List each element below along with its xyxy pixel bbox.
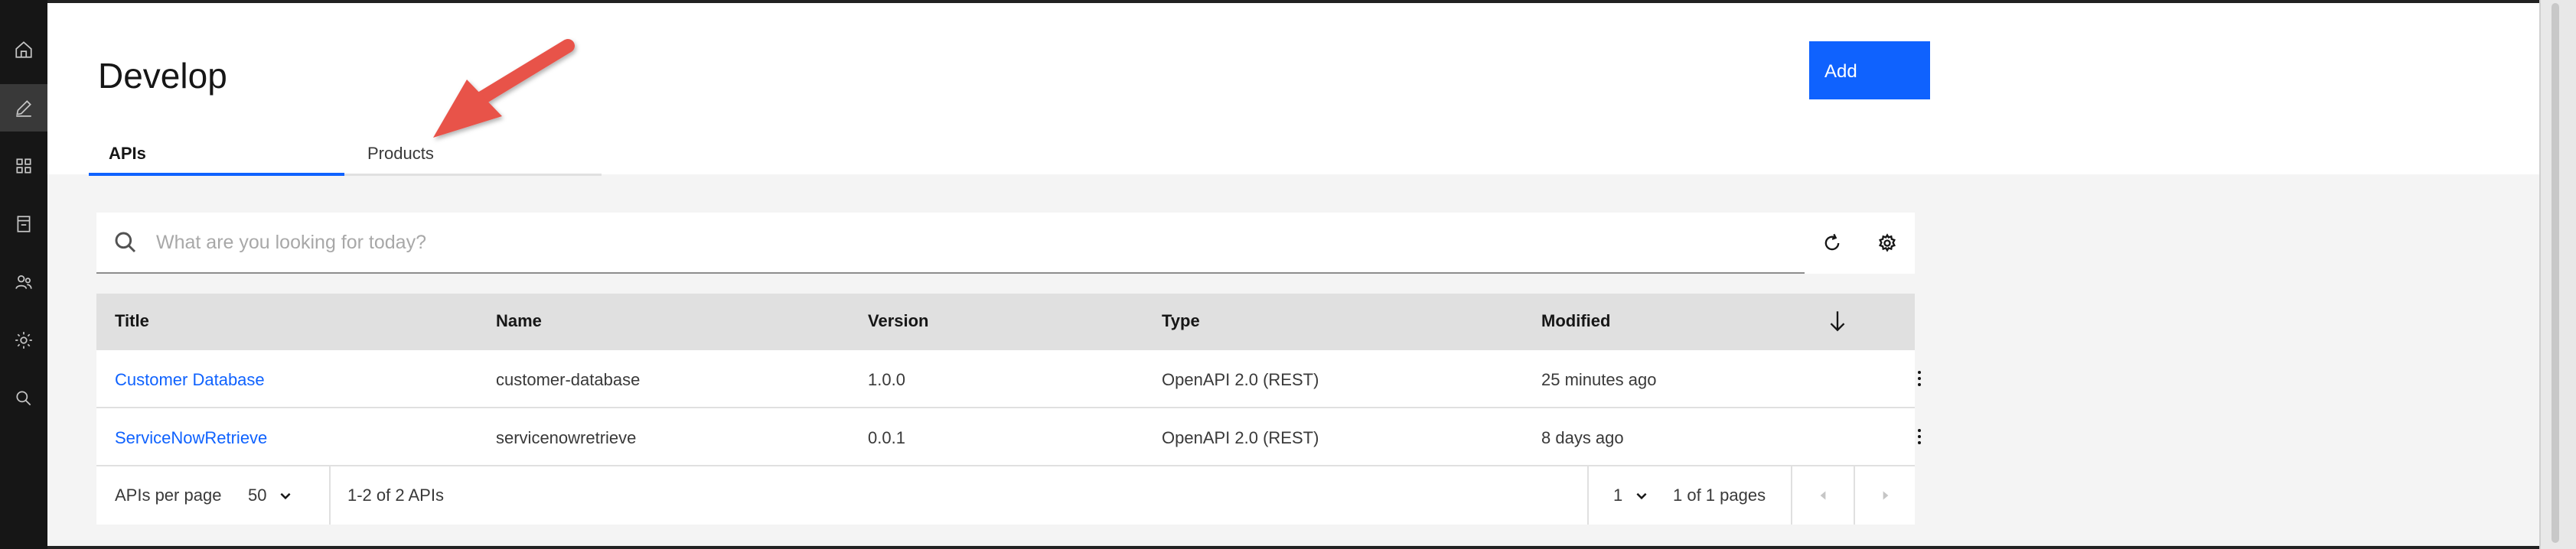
search-icon (16, 391, 31, 406)
manage-nav-button[interactable] (0, 142, 47, 190)
api-modified: 8 days ago (1541, 428, 1624, 447)
column-header-version[interactable]: Version (868, 311, 928, 331)
page-title: Develop (98, 56, 227, 96)
table-settings-button[interactable] (1860, 213, 1915, 274)
api-title-link[interactable]: ServiceNowRetrieve (115, 428, 267, 448)
search-input[interactable] (156, 231, 1687, 254)
api-title-link[interactable]: Customer Database (115, 370, 265, 390)
members-nav-button[interactable] (0, 258, 47, 306)
apps-grid-icon (16, 158, 31, 174)
api-version: 0.0.1 (868, 428, 905, 447)
side-nav (0, 0, 47, 549)
add-button[interactable]: Add (1809, 41, 1930, 99)
divider (329, 466, 331, 525)
items-per-page-value: 50 (248, 486, 267, 505)
api-name: servicenowretrieve (496, 428, 637, 447)
chevron-down-icon (280, 492, 291, 500)
item-range-text: 1-2 of 2 APIs (347, 486, 444, 505)
table-row: ServiceNowRetrieve servicenowretrieve 0.… (96, 408, 1921, 466)
page-select[interactable]: 1 (1613, 486, 1648, 505)
refresh-button[interactable] (1805, 213, 1860, 274)
settings-icon (15, 332, 32, 349)
overflow-menu-icon[interactable] (1916, 427, 1922, 447)
column-header-title[interactable]: Title (115, 311, 149, 331)
search-bar (96, 213, 1915, 274)
develop-nav-button[interactable] (0, 84, 47, 132)
chevron-down-icon (1636, 492, 1647, 500)
page-header: Develop Add APIs Products (47, 3, 2539, 176)
api-type: OpenAPI 2.0 (REST) (1162, 428, 1319, 447)
caret-left-icon (1820, 491, 1826, 500)
search-nav-button[interactable] (0, 375, 47, 422)
items-per-page-select[interactable]: 50 (248, 486, 292, 505)
page-count-text: 1 of 1 pages (1673, 486, 1766, 505)
table-header: Title Name Version Type Modified (96, 294, 1915, 350)
caret-right-icon (1883, 491, 1889, 500)
overflow-menu-icon[interactable] (1916, 369, 1922, 388)
settings-icon (1879, 233, 1896, 252)
divider (1587, 466, 1589, 525)
catalog-nav-button[interactable] (0, 200, 47, 248)
pagination: APIs per page 50 1-2 of 2 APIs 1 1 of 1 … (96, 466, 1915, 525)
column-header-type[interactable]: Type (1162, 311, 1200, 331)
vertical-scrollbar[interactable] (2539, 0, 2576, 549)
tab-apis[interactable]: APIs (89, 132, 344, 176)
home-nav-button[interactable] (0, 26, 47, 73)
members-icon (15, 275, 32, 289)
home-icon (15, 41, 32, 58)
tab-products[interactable]: Products (344, 132, 602, 176)
items-per-page-label: APIs per page (115, 486, 222, 505)
column-header-name[interactable]: Name (496, 311, 542, 331)
refresh-icon (1824, 233, 1840, 251)
main-content: Develop Add APIs Products Title Name Ver… (47, 3, 2539, 546)
search-icon (115, 232, 136, 253)
previous-page-button[interactable] (1792, 466, 1854, 525)
api-version: 1.0.0 (868, 370, 905, 389)
api-modified: 25 minutes ago (1541, 370, 1657, 389)
settings-nav-button[interactable] (0, 317, 47, 364)
api-name: customer-database (496, 370, 641, 389)
api-type: OpenAPI 2.0 (REST) (1162, 370, 1319, 389)
catalog-icon (17, 216, 31, 232)
page-number-value: 1 (1613, 486, 1623, 505)
table-row: Customer Database customer-database 1.0.… (96, 350, 1921, 408)
column-header-modified[interactable]: Modified (1541, 311, 1610, 331)
sort-descending-icon[interactable] (1828, 309, 1847, 333)
next-page-button[interactable] (1855, 466, 1916, 525)
search-field[interactable] (96, 213, 1805, 274)
scrollbar-thumb[interactable] (2552, 3, 2559, 543)
edit-icon (16, 100, 31, 117)
